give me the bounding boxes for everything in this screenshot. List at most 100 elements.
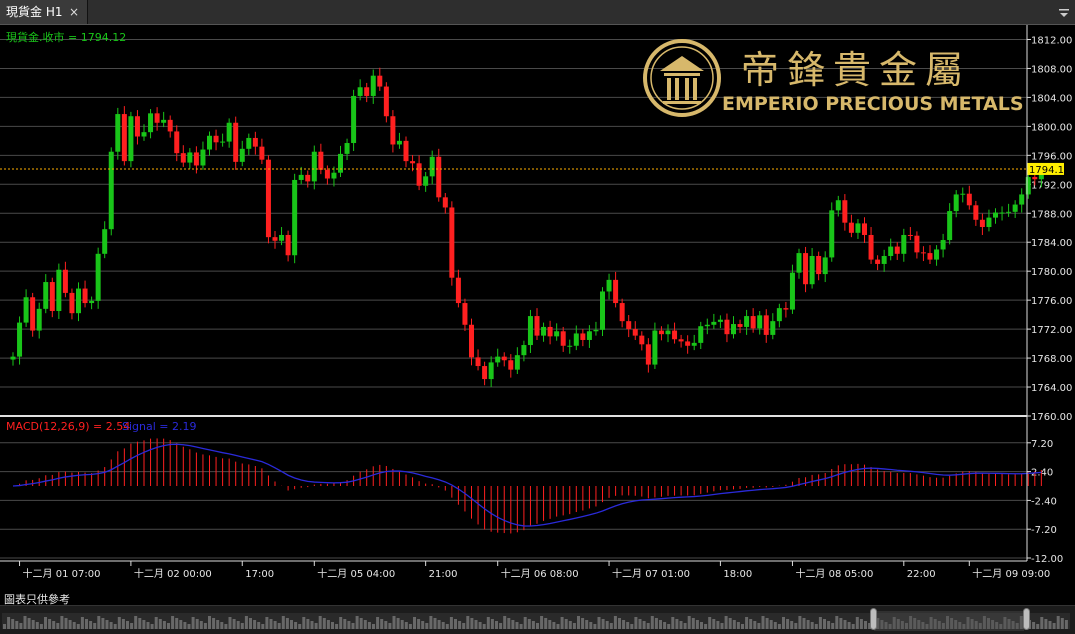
scroll-mini-bar — [773, 622, 777, 629]
candle-body — [901, 234, 907, 254]
candle-body — [783, 308, 789, 310]
broker-logo: 帝鋒貴金屬 EMPERIO PRECIOUS METALS — [643, 39, 1024, 117]
candle-body — [423, 176, 429, 186]
candle-body — [750, 316, 756, 329]
scroll-mini-bar — [675, 619, 679, 629]
scroll-mini-bar — [212, 618, 216, 629]
candle-body — [613, 279, 619, 304]
candle-body — [593, 329, 599, 332]
scroll-mini-bar — [613, 616, 617, 629]
scroll-handle-right[interactable] — [1023, 608, 1030, 630]
time-tick-label: 十二月 07 01:00 — [612, 567, 690, 580]
candle-body — [862, 223, 867, 235]
scroll-mini-bar — [380, 619, 384, 629]
scroll-mini-bar — [195, 619, 199, 629]
scroll-mini-bar — [376, 617, 380, 629]
scroll-mini-bar — [864, 621, 867, 629]
scroll-mini-bar — [618, 618, 621, 629]
candle-body — [279, 234, 285, 241]
scroll-mini-bar — [605, 621, 609, 629]
scroll-mini-bar — [285, 618, 289, 629]
price-tick-label: 1768.00 — [1031, 354, 1072, 365]
scroll-mini-bar — [786, 619, 790, 629]
scroll-mini-bar — [1052, 623, 1056, 629]
scroll-mini-bar — [331, 622, 334, 629]
candle-body — [645, 344, 651, 365]
scroll-mini-bar — [851, 624, 855, 629]
chart-tab[interactable]: 現貨金 H1 × — [0, 0, 88, 24]
candle-body — [207, 135, 212, 150]
price-tick-label: 1800.00 — [1031, 122, 1072, 133]
scroll-mini-bar — [638, 619, 642, 629]
scroll-mini-bar — [199, 621, 203, 629]
scroll-mini-bar — [64, 618, 68, 629]
scroll-mini-bar — [404, 622, 408, 629]
scroll-mini-bar — [654, 618, 658, 629]
scroll-mini-bar — [167, 623, 170, 629]
candle-body — [940, 240, 946, 250]
candle-body — [803, 253, 809, 285]
scroll-mini-bar — [527, 619, 531, 629]
candle-body — [193, 152, 199, 166]
candle-body — [285, 234, 291, 256]
candle-body — [691, 342, 697, 346]
candle-body — [298, 174, 304, 180]
candle-body — [49, 282, 55, 312]
price-chart[interactable]: 1812.00 1808.00 1804.00 1800.00 1796.00 1792.… — [0, 25, 1075, 605]
scroll-mini-bar — [261, 624, 265, 629]
scroll-mini-bar — [454, 619, 457, 629]
candle-body — [449, 207, 455, 278]
candle-body — [848, 222, 854, 233]
scroll-mini-bar — [113, 624, 117, 629]
candle-body — [43, 282, 49, 309]
candle-body — [875, 259, 881, 264]
candle-body — [213, 135, 219, 143]
candle-body — [698, 326, 704, 343]
scroll-mini-bar — [208, 616, 211, 629]
time-tick-label: 17:00 — [245, 569, 274, 580]
scroll-mini-bar — [109, 622, 113, 629]
candle-body — [187, 152, 193, 163]
scroll-mini-bar — [827, 621, 831, 629]
macd-tick-label: -2.40 — [1031, 496, 1057, 507]
scroll-mini-bar — [347, 621, 351, 629]
window-menu-icon[interactable] — [1058, 7, 1070, 19]
candle-body — [108, 151, 114, 230]
scroll-mini-bar — [712, 619, 716, 629]
scroll-mini-bar — [798, 616, 802, 629]
scroll-mini-bar — [458, 621, 462, 629]
scroll-handle-left[interactable] — [870, 608, 877, 630]
chart-scrollbar[interactable] — [0, 605, 1075, 634]
scroll-mini-bar — [158, 619, 162, 629]
candle-body — [534, 316, 540, 336]
candle-body — [396, 140, 402, 145]
scroll-mini-bar — [515, 622, 519, 629]
current-price-label: 1794.12 — [1029, 165, 1070, 176]
scroll-mini-bar — [44, 617, 47, 629]
close-icon[interactable]: × — [69, 0, 79, 24]
scroll-mini-bar — [568, 621, 572, 629]
scroll-mini-bar — [708, 617, 712, 629]
scroll-mini-bar — [154, 617, 158, 629]
candle-body — [455, 277, 461, 304]
scroll-mini-bar — [306, 619, 310, 629]
candle-body — [731, 324, 736, 335]
scroll-mini-bar — [146, 622, 150, 629]
scroll-mini-bar — [232, 619, 236, 629]
scroll-mini-bar — [191, 617, 195, 629]
scroll-mini-bar — [757, 623, 761, 629]
scroll-mini-bar — [823, 619, 826, 629]
scroll-mini-bar — [413, 617, 416, 629]
macd-title: MACD(12,26,9) = 2.54 — [6, 420, 130, 433]
candle-body — [324, 169, 330, 179]
candle-body — [1006, 211, 1012, 213]
scroll-mini-bar — [769, 620, 773, 629]
scroll-mini-bar — [179, 620, 183, 629]
scroll-mini-bar — [695, 620, 699, 629]
scroll-mini-bar — [577, 616, 580, 629]
scroll-mini-bar — [433, 618, 437, 629]
scroll-mini-bar — [326, 620, 330, 629]
candle-body — [665, 330, 671, 335]
scroll-mini-bar — [589, 622, 593, 629]
price-tick-label: 1772.00 — [1031, 325, 1072, 336]
